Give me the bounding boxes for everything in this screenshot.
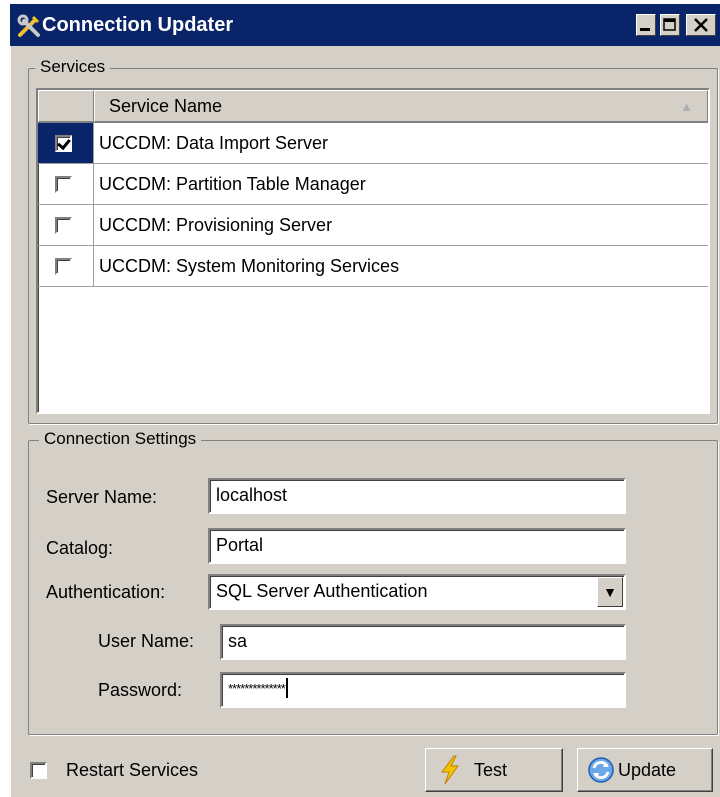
dropdown-button[interactable]: ▼ — [597, 577, 623, 607]
username-input[interactable]: sa — [220, 624, 626, 660]
authentication-value: SQL Server Authentication — [216, 581, 428, 601]
connection-updater-window: Connection Updater Services Service Name… — [10, 4, 720, 797]
connection-settings-legend: Connection Settings — [39, 429, 202, 449]
row-check-cell — [38, 123, 94, 163]
restart-services-label: Restart Services — [66, 760, 199, 780]
restart-services-checkbox[interactable] — [30, 762, 47, 779]
update-button[interactable]: Update — [577, 748, 713, 792]
service-checkbox[interactable] — [55, 217, 72, 234]
service-checkbox[interactable] — [55, 135, 72, 152]
service-name: UCCDM: System Monitoring Services — [99, 256, 400, 276]
refresh-icon — [588, 757, 614, 783]
services-list[interactable]: Service Name ▲ UCCDM: Data Import Server… — [36, 88, 710, 414]
close-button[interactable] — [686, 14, 716, 36]
password-value: ************** — [228, 681, 286, 696]
server-name-label: Server Name: — [46, 487, 158, 507]
window-title: Connection Updater — [42, 14, 234, 36]
test-button-label: Test — [474, 760, 508, 780]
username-label: User Name: — [98, 631, 195, 651]
checkbox-column-header[interactable] — [38, 90, 94, 122]
close-icon — [694, 18, 708, 32]
title-bar[interactable]: Connection Updater — [10, 4, 720, 46]
service-name: UCCDM: Partition Table Manager — [99, 174, 366, 194]
list-header: Service Name ▲ — [38, 90, 708, 123]
service-checkbox[interactable] — [55, 258, 72, 275]
authentication-label: Authentication: — [46, 582, 166, 602]
maximize-icon — [663, 18, 676, 31]
service-row[interactable]: UCCDM: Partition Table Manager — [38, 164, 708, 205]
lightning-icon — [441, 755, 459, 785]
service-name: UCCDM: Data Import Server — [99, 133, 329, 153]
update-button-label: Update — [618, 760, 677, 780]
service-name: UCCDM: Provisioning Server — [99, 215, 333, 235]
row-check-cell — [38, 205, 94, 245]
catalog-label: Catalog: — [46, 538, 114, 558]
tools-icon — [17, 14, 40, 37]
chevron-down-icon: ▼ — [603, 584, 617, 600]
services-legend: Services — [35, 57, 111, 77]
server-name-input[interactable]: localhost — [208, 478, 626, 514]
service-row[interactable]: UCCDM: Data Import Server — [38, 123, 708, 164]
service-row[interactable]: UCCDM: System Monitoring Services — [38, 246, 708, 287]
minimize-button[interactable] — [636, 14, 656, 36]
service-checkbox[interactable] — [55, 176, 72, 193]
text-caret — [285, 678, 288, 699]
catalog-input[interactable]: Portal — [208, 528, 626, 564]
password-input[interactable]: ************** — [220, 672, 626, 708]
test-button[interactable]: Test — [425, 748, 563, 792]
row-check-cell — [38, 164, 94, 204]
service-row[interactable]: UCCDM: Provisioning Server — [38, 205, 708, 246]
sort-up-icon: ▲ — [680, 99, 693, 114]
service-name-column-header[interactable]: Service Name ▲ — [94, 90, 708, 122]
row-check-cell — [38, 246, 94, 286]
password-label: Password: — [98, 680, 183, 700]
maximize-button[interactable] — [660, 14, 680, 36]
authentication-select[interactable]: SQL Server Authentication ▼ — [208, 574, 626, 610]
service-name-header-label: Service Name — [109, 96, 223, 116]
minimize-icon — [640, 28, 650, 31]
